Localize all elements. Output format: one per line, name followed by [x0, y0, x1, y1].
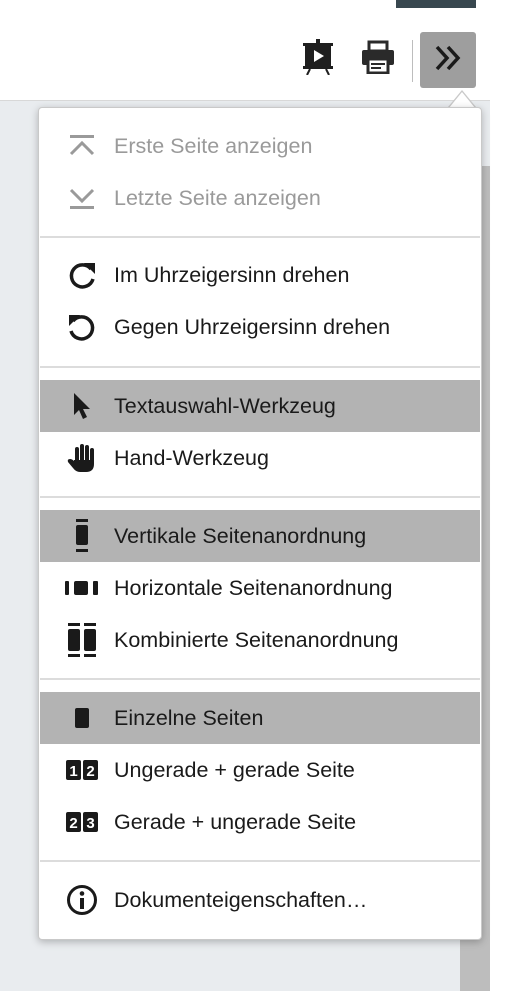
menu-item-even-spreads[interactable]: 2 3 Gerade + ungerade Seite [40, 796, 480, 848]
svg-text:3: 3 [86, 815, 94, 832]
menu-item-odd-spreads[interactable]: 1 2 Ungerade + gerade Seite [40, 744, 480, 796]
menu-item-label: Textauswahl-Werkzeug [114, 393, 336, 418]
first-page-icon [62, 133, 102, 159]
menu-item-label: Dokumenteigenschaften… [114, 887, 368, 912]
rotate-counterclockwise-icon [62, 311, 102, 343]
menu-item-wrapped-scrolling[interactable]: Kombinierte Seitenanordnung [40, 614, 480, 666]
secondary-toolbar-toggle-button[interactable] [420, 32, 476, 88]
presentation-icon [301, 38, 335, 80]
menu-item-no-spreads[interactable]: Einzelne Seiten [40, 692, 480, 744]
rotate-clockwise-icon [62, 259, 102, 291]
info-icon [62, 884, 102, 916]
menu-item-label: Horizontale Seitenanordnung [114, 575, 393, 600]
wrapped-scroll-icon [62, 623, 102, 657]
double-chevron-right-icon [433, 45, 463, 76]
top-strip-accent [396, 0, 476, 8]
horizontal-scroll-icon [62, 578, 102, 598]
menu-divider [40, 678, 480, 680]
odd-spread-icon: 1 2 [62, 759, 102, 781]
svg-text:2: 2 [69, 815, 77, 832]
even-spread-icon: 2 3 [62, 811, 102, 833]
menu-item-horizontal-scrolling[interactable]: Horizontale Seitenanordnung [40, 562, 480, 614]
secondary-toolbar [0, 20, 490, 101]
right-edge [490, 0, 520, 991]
menu-divider [40, 366, 480, 368]
svg-text:2: 2 [86, 763, 94, 780]
presentation-mode-button[interactable] [296, 32, 340, 86]
menu-item-vertical-scrolling[interactable]: Vertikale Seitenanordnung [40, 510, 480, 562]
menu-item-last-page[interactable]: Letzte Seite anzeigen [40, 172, 480, 224]
menu-divider [40, 496, 480, 498]
menu-divider [40, 860, 480, 862]
vertical-scroll-icon [62, 519, 102, 553]
menu-item-label: Hand-Werkzeug [114, 445, 269, 470]
svg-text:1: 1 [69, 763, 77, 780]
menu-item-label: Kombinierte Seitenanordnung [114, 627, 399, 652]
print-button[interactable] [356, 32, 400, 86]
last-page-icon [62, 185, 102, 211]
menu-item-label: Einzelne Seiten [114, 705, 264, 730]
menu-pointer-inner [449, 92, 475, 108]
menu-item-label: Ungerade + gerade Seite [114, 757, 355, 782]
menu-item-text-selection-tool[interactable]: Textauswahl-Werkzeug [40, 380, 480, 432]
menu-divider [40, 236, 480, 238]
print-icon [361, 40, 395, 79]
menu-item-label: Gegen Uhrzeigersinn drehen [114, 314, 391, 339]
menu-item-hand-tool[interactable]: Hand-Werkzeug [40, 432, 480, 484]
menu-item-label: Vertikale Seitenanordnung [114, 523, 367, 548]
single-page-icon [62, 707, 102, 729]
menu-item-document-properties[interactable]: Dokumenteigenschaften… [40, 874, 480, 926]
menu-item-rotate-counterclockwise[interactable]: Gegen Uhrzeigersinn drehen [40, 301, 480, 353]
menu-item-rotate-clockwise[interactable]: Im Uhrzeigersinn drehen [40, 249, 480, 301]
menu-item-label: Erste Seite anzeigen [114, 133, 313, 158]
menu-item-label: Letzte Seite anzeigen [114, 185, 321, 210]
hand-icon [62, 442, 102, 474]
menu-item-label: Im Uhrzeigersinn drehen [114, 262, 350, 287]
cursor-arrow-icon [62, 391, 102, 421]
menu-item-label: Gerade + ungerade Seite [114, 809, 357, 834]
secondary-toolbar-menu: Erste Seite anzeigen Letzte Seite anzeig… [38, 107, 482, 940]
toolbar-separator [412, 40, 413, 82]
menu-item-first-page[interactable]: Erste Seite anzeigen [40, 120, 480, 172]
